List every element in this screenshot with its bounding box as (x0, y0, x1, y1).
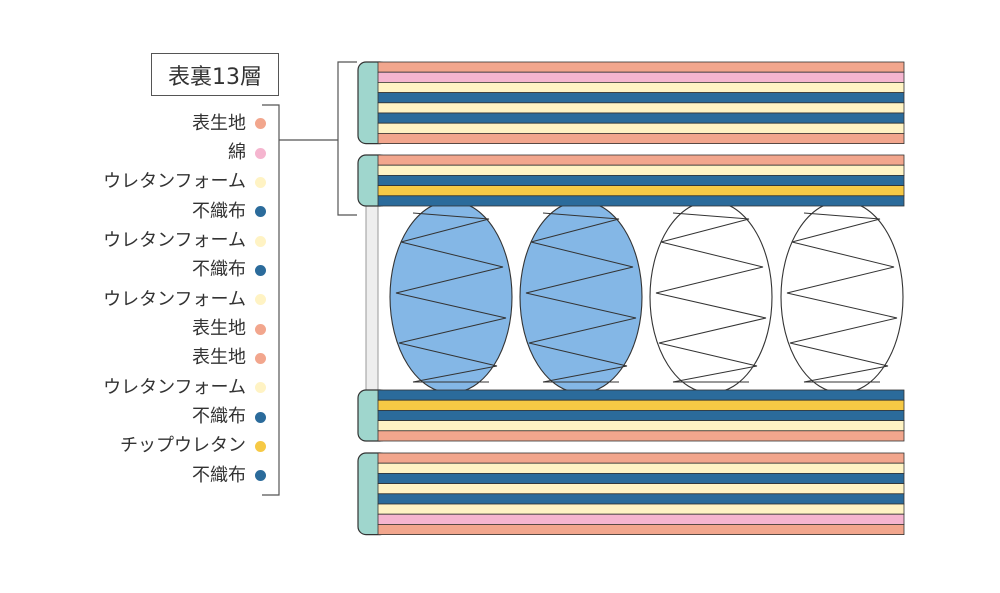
layer-stripe (377, 61, 905, 73)
layer-stripe (377, 462, 905, 474)
pad-bracket (337, 61, 357, 216)
layer-stripe (377, 122, 905, 134)
spring-core (365, 200, 904, 394)
legend-item: 表生地 (40, 344, 266, 373)
legend-label: ウレタンフォーム (103, 288, 246, 310)
layer-stripe (377, 524, 905, 536)
spring-pocket (780, 200, 904, 394)
legend-item: 不織布 (40, 402, 266, 431)
legend-dot (255, 440, 266, 452)
legend-dot (255, 470, 266, 482)
legend-dot (255, 264, 266, 276)
layer-stripe (377, 195, 905, 207)
legend-item: 表生地 (40, 109, 266, 138)
spring-pocket (649, 200, 773, 394)
legend-label: 表生地 (192, 347, 246, 369)
layer-stripe (377, 102, 905, 114)
legend-dot (255, 176, 266, 188)
layer-stripe (377, 472, 905, 484)
layer-stripe (377, 164, 905, 176)
legend-label: 綿 (228, 142, 246, 164)
legend-label: ウレタンフォーム (103, 376, 246, 398)
layer-stripe (377, 82, 905, 94)
core-side-panel (365, 204, 379, 392)
layer-stripe (377, 513, 905, 525)
legend-item: ウレタンフォーム (40, 168, 266, 197)
legend-dot (255, 382, 266, 394)
layer-legend: 表生地綿ウレタンフォーム 不織布 ウレタンフォーム 不織布 ウレタンフォーム 表生地 表生地… (40, 109, 266, 490)
legend-item: 不織布 (40, 461, 266, 490)
legend-label: 表生地 (192, 112, 246, 134)
layer-stripe (377, 430, 905, 442)
layer-stripe (377, 71, 905, 83)
legend-item: 不織布 (40, 256, 266, 285)
spring-pocket (519, 200, 643, 394)
legend-item: 表生地 (40, 314, 266, 343)
layer-stripe (377, 132, 905, 144)
layer-count-title: 表裏13層 (151, 53, 279, 96)
layer-stripe (377, 174, 905, 186)
legend-label: 不織布 (192, 406, 246, 428)
layer-stripe (377, 493, 905, 505)
spring-pocket (389, 200, 513, 394)
mattress-pad (357, 452, 905, 536)
mattress-pad (357, 61, 905, 145)
legend-dot (255, 294, 266, 306)
layer-stripe (377, 452, 905, 464)
layer-stripe (377, 420, 905, 432)
mattress-pad (357, 389, 905, 442)
layer-stripe (377, 483, 905, 495)
legend-label: 不織布 (192, 259, 246, 281)
layer-stripe (377, 112, 905, 124)
legend-dot (255, 411, 266, 423)
legend-label: チップウレタン (120, 435, 246, 457)
legend-item: ウレタンフォーム (40, 373, 266, 402)
legend-label: ウレタンフォーム (103, 230, 246, 252)
mattress-pad (357, 154, 905, 207)
legend-label: 不織布 (192, 200, 246, 222)
legend-item: ウレタンフォーム (40, 285, 266, 314)
layer-stripe (377, 389, 905, 401)
legend-item: チップウレタン (40, 432, 266, 461)
layer-stripe (377, 409, 905, 421)
pocket-spring (780, 200, 904, 394)
layer-stripe (377, 92, 905, 104)
layer-stripe (377, 503, 905, 515)
legend-dot (255, 352, 266, 364)
legend-item: 綿 (40, 138, 266, 167)
layer-stripe (377, 399, 905, 411)
legend-item: ウレタンフォーム (40, 226, 266, 255)
layer-stripe (377, 185, 905, 197)
layer-stripe (377, 154, 905, 166)
legend-label: ウレタンフォーム (103, 171, 246, 193)
pocket-spring (389, 200, 513, 394)
brackets (262, 61, 357, 496)
legend-label: 不織布 (192, 464, 246, 486)
legend-dot (255, 118, 266, 130)
legend-item: 不織布 (40, 197, 266, 226)
legend-label: 表生地 (192, 318, 246, 340)
legend-dot (255, 323, 266, 335)
pocket-spring (519, 200, 643, 394)
pocket-spring (649, 200, 773, 394)
legend-dot (255, 206, 266, 218)
legend-dot (255, 235, 266, 247)
legend-dot (255, 147, 266, 159)
